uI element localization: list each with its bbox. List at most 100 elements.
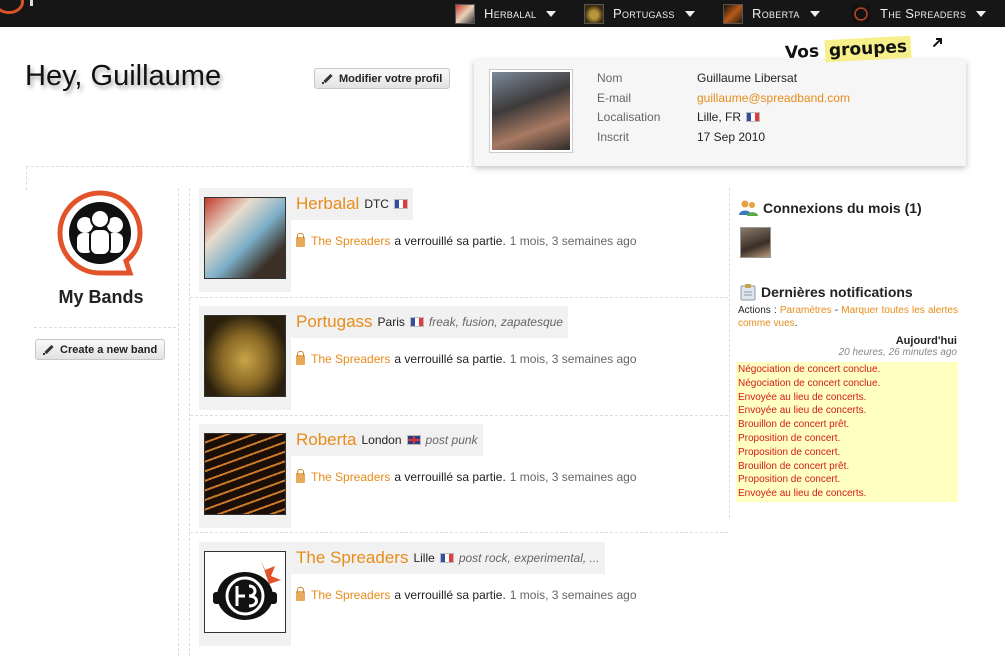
divider — [190, 297, 728, 298]
chevron-down-icon — [546, 10, 557, 17]
connections-title: Connexions du mois (1) — [763, 200, 922, 216]
band-header: The Spreaders Lille post rock, experimen… — [291, 542, 605, 574]
band-activity: The Spreaders a verrouillé sa partie. 1 … — [296, 469, 637, 484]
band-thumb-spreaders-icon — [851, 3, 871, 24]
create-band-label: Create a new band — [60, 343, 158, 356]
profile-key: Localisation — [597, 110, 661, 124]
edit-profile-button[interactable]: Modifier votre profil — [314, 68, 451, 89]
band-thumb-roberta-icon — [723, 3, 743, 24]
connections-heading: Connexions du mois (1) — [739, 199, 922, 217]
lock-icon — [296, 351, 305, 365]
notification-item[interactable]: Brouillon de concert prêt. — [738, 460, 956, 474]
profile-photo[interactable] — [489, 69, 573, 153]
notification-actions: Actions : Paramètres - Marquer toutes le… — [738, 304, 958, 330]
pencil-icon — [43, 344, 54, 355]
band-thumb-herbalal-icon — [455, 3, 475, 24]
band-activity: The Spreaders a verrouillé sa partie. 1 … — [296, 233, 637, 248]
nav-label: Herbalal — [484, 6, 537, 21]
spreaders-logo-icon — [213, 560, 281, 620]
notifications-time: 20 heures, 26 minutes ago — [838, 347, 957, 358]
profile-key: Inscrit — [597, 130, 630, 144]
flag-fr-icon — [439, 553, 454, 563]
profile-key: Nom — [597, 71, 623, 85]
annotation-groupes: groupes — [824, 35, 912, 63]
chevron-down-icon — [976, 10, 987, 17]
profile-row-email: E-mail guillaume@spreadband.com — [597, 91, 850, 105]
activity-actor-link[interactable]: The Spreaders — [311, 470, 390, 484]
band-card — [199, 542, 291, 646]
band-tags: post punk — [425, 433, 478, 447]
actions-separator: - — [834, 305, 839, 316]
nav-label: Portugass — [613, 6, 675, 21]
page-title: Hey, Guillaume — [25, 60, 222, 92]
activity-actor-link[interactable]: The Spreaders — [311, 234, 390, 248]
profile-key: E-mail — [597, 91, 632, 105]
spreadband-logo[interactable] — [0, 0, 40, 14]
notification-item[interactable]: Proposition de concert. — [738, 446, 956, 460]
profile-card: Nom Guillaume Libersat E-mail guillaume@… — [474, 60, 966, 166]
divider — [190, 532, 728, 533]
notification-item[interactable]: Envoyée au lieu de concerts. — [738, 487, 956, 501]
band-name-link[interactable]: Portugass — [296, 312, 373, 332]
arrow-up-right-icon — [932, 38, 942, 48]
activity-time: 1 mois, 3 semaines ago — [509, 234, 637, 248]
band-thumb-portugass-icon — [584, 3, 604, 24]
settings-link[interactable]: Paramètres — [780, 305, 832, 316]
nav-band-portugass[interactable]: Portugass — [584, 3, 695, 24]
activity-actor-link[interactable]: The Spreaders — [311, 352, 390, 366]
band-card — [199, 306, 291, 410]
band-name-link[interactable]: The Spreaders — [296, 548, 408, 568]
flag-fr-icon — [393, 199, 408, 209]
band-photo-the-spreaders[interactable] — [204, 551, 286, 633]
band-header: Portugass Paris freak, fusion, zapatesqu… — [291, 306, 568, 338]
notification-list: Négociation de concert conclue. Négociat… — [736, 362, 958, 502]
activity-text: a verrouillé sa partie. — [394, 234, 506, 248]
band-photo-roberta[interactable] — [204, 433, 286, 515]
nav-band-herbalal[interactable]: Herbalal — [455, 3, 557, 24]
annotation-vos: Vos — [784, 41, 820, 64]
flag-uk-icon — [406, 435, 421, 445]
edit-profile-label: Modifier votre profil — [339, 72, 443, 85]
chevron-down-icon — [809, 10, 820, 17]
notification-item[interactable]: Brouillon de concert prêt. — [738, 418, 956, 432]
band-activity: The Spreaders a verrouillé sa partie. 1 … — [296, 351, 637, 366]
band-photo-herbalal[interactable] — [204, 197, 286, 279]
nav-label: The Spreaders — [880, 6, 967, 21]
band-name-link[interactable]: Herbalal — [296, 194, 359, 214]
profile-row-name: Nom Guillaume Libersat — [597, 71, 797, 85]
my-bands-logo-icon — [57, 190, 143, 276]
connection-avatar[interactable] — [740, 227, 771, 258]
notification-item[interactable]: Proposition de concert. — [738, 473, 956, 487]
flag-fr-icon — [746, 112, 761, 122]
users-icon — [739, 200, 758, 216]
band-card — [199, 188, 291, 292]
nav-band-the-spreaders[interactable]: The Spreaders — [851, 3, 987, 24]
notifications-heading: Dernières notifications — [739, 283, 913, 301]
location-value: Lille, FR — [697, 110, 742, 124]
create-band-button[interactable]: Create a new band — [35, 339, 166, 360]
notification-item[interactable]: Négociation de concert conclue. — [738, 377, 956, 391]
band-photo-portugass[interactable] — [204, 315, 286, 397]
activity-actor-link[interactable]: The Spreaders — [311, 588, 390, 602]
activity-time: 1 mois, 3 semaines ago — [509, 352, 637, 366]
email-link[interactable]: guillaume@spreadband.com — [697, 91, 850, 105]
my-bands-title: My Bands — [58, 287, 144, 307]
nav-band-roberta[interactable]: Roberta — [723, 3, 820, 24]
profile-row-location: Localisation Lille, FR — [597, 110, 761, 124]
notification-item[interactable]: Envoyée au lieu de concerts. — [738, 404, 956, 418]
band-location: Paris — [377, 315, 405, 329]
notification-item[interactable]: Proposition de concert. — [738, 432, 956, 446]
lock-icon — [296, 587, 305, 601]
activity-text: a verrouillé sa partie. — [394, 588, 506, 602]
notification-item[interactable]: Envoyée au lieu de concerts. — [738, 391, 956, 405]
divider — [729, 188, 730, 518]
band-location: Lille — [413, 551, 435, 565]
profile-value: Lille, FR — [697, 110, 761, 124]
notification-item[interactable]: Négociation de concert conclue. — [738, 363, 956, 377]
band-name-link[interactable]: Roberta — [296, 430, 356, 450]
band-activity: The Spreaders a verrouillé sa partie. 1 … — [296, 587, 637, 602]
actions-period: . — [794, 318, 798, 329]
divider — [189, 188, 190, 656]
flag-fr-icon — [409, 317, 424, 327]
profile-value: 17 Sep 2010 — [697, 130, 766, 144]
